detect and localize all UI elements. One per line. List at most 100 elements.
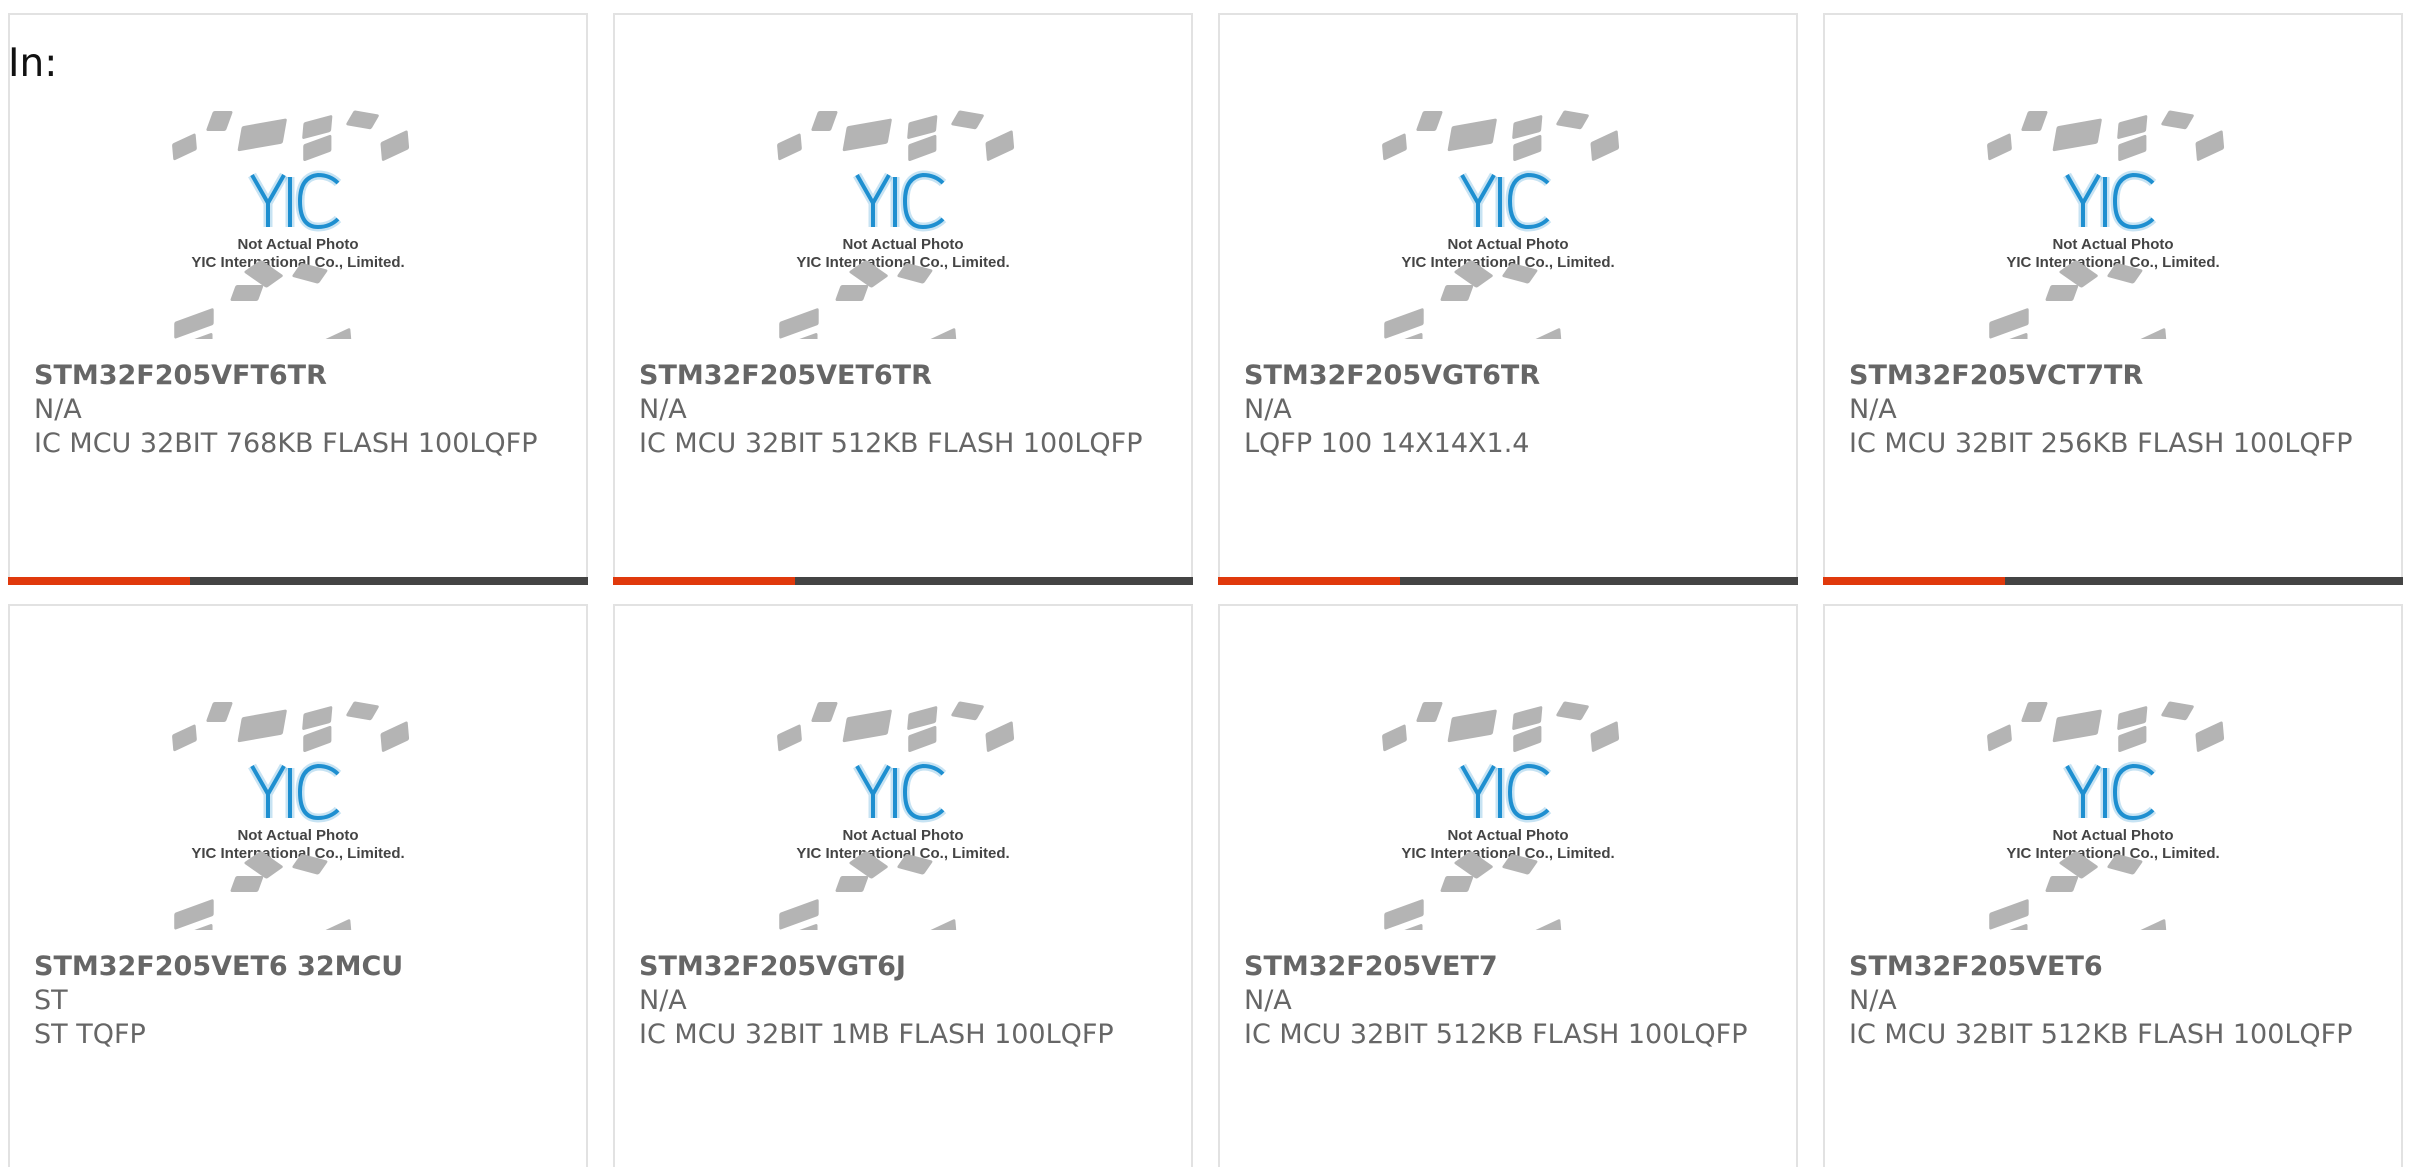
product-image[interactable]: Not Actual Photo YIC International Co., … xyxy=(769,694,1037,930)
product-card-3[interactable]: Not Actual Photo YIC International Co., … xyxy=(1218,13,1798,585)
chip-shape xyxy=(2134,919,2167,930)
chip-shape xyxy=(811,702,838,722)
product-info: STM32F205VET6 N/A IC MCU 32BIT 512KB FLA… xyxy=(1849,950,2379,1052)
chip-shape xyxy=(2195,130,2225,161)
brand-name: N/A xyxy=(639,985,687,1016)
product-image[interactable]: Not Actual Photo YIC International Co., … xyxy=(164,103,432,339)
part-number[interactable]: STM32F205VGT6TR xyxy=(1244,359,1774,393)
chip-shape xyxy=(842,118,892,152)
chip-shape xyxy=(380,130,410,161)
svg-text:Not Actual Photo: Not Actual Photo xyxy=(1447,827,1568,844)
chip-shape xyxy=(206,702,233,722)
chip-shape xyxy=(1382,724,1407,752)
product-card-4[interactable]: Not Actual Photo YIC International Co., … xyxy=(1823,13,2403,585)
product-description: LQFP 100 14X14X1.4 xyxy=(1244,428,1530,459)
chip-shape xyxy=(777,724,802,752)
in-label: In: xyxy=(8,41,58,86)
product-image[interactable]: Not Actual Photo YIC International Co., … xyxy=(1979,103,2247,339)
product-description: IC MCU 32BIT 768KB FLASH 100LQFP xyxy=(34,428,538,459)
product-description: IC MCU 32BIT 1MB FLASH 100LQFP xyxy=(639,1019,1114,1050)
chip-shape xyxy=(1590,721,1620,752)
product-image[interactable]: Not Actual Photo YIC International Co., … xyxy=(1374,694,1642,930)
chip-placeholder-icon: Not Actual Photo YIC International Co., … xyxy=(777,110,1015,339)
chip-placeholder-icon: Not Actual Photo YIC International Co., … xyxy=(1987,701,2225,930)
chip-shape xyxy=(2021,702,2048,722)
product-card-8[interactable]: Not Actual Photo YIC International Co., … xyxy=(1823,604,2403,1167)
chip-shape xyxy=(172,133,197,161)
brand-name: N/A xyxy=(639,394,687,425)
chip-shape xyxy=(1590,130,1620,161)
chip-shape xyxy=(319,328,352,339)
chip-shape xyxy=(237,709,287,743)
chip-shape xyxy=(985,721,1015,752)
chip-shape xyxy=(346,701,379,721)
chip-shape xyxy=(951,701,984,721)
product-image[interactable]: Not Actual Photo YIC International Co., … xyxy=(1979,694,2247,930)
svg-text:Not Actual Photo: Not Actual Photo xyxy=(237,827,358,844)
chip-shape xyxy=(380,721,410,752)
svg-text:Not Actual Photo: Not Actual Photo xyxy=(237,236,358,253)
product-listing-page: Not Actual Photo YIC International Co., … xyxy=(0,0,2410,1167)
product-description: IC MCU 32BIT 256KB FLASH 100LQFP xyxy=(1849,428,2353,459)
chip-shape xyxy=(924,328,957,339)
product-info: STM32F205VGT6TR N/A LQFP 100 14X14X1.4 xyxy=(1244,359,1774,461)
product-card-5[interactable]: Not Actual Photo YIC International Co., … xyxy=(8,604,588,1167)
card-bar-accent xyxy=(1823,577,2005,585)
product-card-1[interactable]: Not Actual Photo YIC International Co., … xyxy=(8,13,588,585)
chip-shape xyxy=(924,919,957,930)
part-number[interactable]: STM32F205VGT6J xyxy=(639,950,1169,984)
chip-shape xyxy=(303,725,332,753)
chip-shape xyxy=(1440,285,1474,301)
chip-shape xyxy=(2161,110,2194,130)
brand-name: N/A xyxy=(34,394,82,425)
part-number[interactable]: STM32F205VET6TR xyxy=(639,359,1169,393)
card-bottom-bar xyxy=(1218,577,1798,585)
chip-shape xyxy=(1447,709,1497,743)
chip-shape xyxy=(908,725,937,753)
part-number[interactable]: STM32F205VET7 xyxy=(1244,950,1774,984)
card-bar-accent xyxy=(8,577,190,585)
chip-placeholder-icon: Not Actual Photo YIC International Co., … xyxy=(1382,701,1620,930)
part-number[interactable]: STM32F205VET6 xyxy=(1849,950,2379,984)
product-description: IC MCU 32BIT 512KB FLASH 100LQFP xyxy=(1244,1019,1748,1050)
product-info: STM32F205VGT6J N/A IC MCU 32BIT 1MB FLAS… xyxy=(639,950,1169,1052)
product-image[interactable]: Not Actual Photo YIC International Co., … xyxy=(769,103,1037,339)
part-number[interactable]: STM32F205VFT6TR xyxy=(34,359,564,393)
product-card-2[interactable]: Not Actual Photo YIC International Co., … xyxy=(613,13,1193,585)
chip-placeholder-icon: Not Actual Photo YIC International Co., … xyxy=(172,110,410,339)
svg-text:Not Actual Photo: Not Actual Photo xyxy=(842,827,963,844)
product-card-6[interactable]: Not Actual Photo YIC International Co., … xyxy=(613,604,1193,1167)
product-grid: Not Actual Photo YIC International Co., … xyxy=(8,13,2403,1167)
card-bar-accent xyxy=(613,577,795,585)
chip-shape xyxy=(2161,701,2194,721)
chip-shape xyxy=(1382,133,1407,161)
chip-shape xyxy=(951,110,984,130)
product-info: STM32F205VET6TR N/A IC MCU 32BIT 512KB F… xyxy=(639,359,1169,461)
chip-shape xyxy=(985,130,1015,161)
svg-text:Not Actual Photo: Not Actual Photo xyxy=(2052,236,2173,253)
chip-shape xyxy=(1529,328,1562,339)
svg-text:Not Actual Photo: Not Actual Photo xyxy=(842,236,963,253)
product-info: STM32F205VCT7TR N/A IC MCU 32BIT 256KB F… xyxy=(1849,359,2379,461)
chip-shape xyxy=(1513,725,1542,753)
chip-shape xyxy=(237,118,287,152)
svg-text:Not Actual Photo: Not Actual Photo xyxy=(1447,236,1568,253)
chip-shape xyxy=(2045,876,2079,892)
product-info: STM32F205VET7 N/A IC MCU 32BIT 512KB FLA… xyxy=(1244,950,1774,1052)
part-number[interactable]: STM32F205VET6 32MCU xyxy=(34,950,564,984)
chip-shape xyxy=(1416,111,1443,131)
chip-shape xyxy=(1416,702,1443,722)
brand-name: N/A xyxy=(1849,394,1897,425)
product-info: STM32F205VFT6TR N/A IC MCU 32BIT 768KB F… xyxy=(34,359,564,461)
chip-shape xyxy=(2134,328,2167,339)
chip-shape xyxy=(319,919,352,930)
chip-shape xyxy=(2045,285,2079,301)
product-card-7[interactable]: Not Actual Photo YIC International Co., … xyxy=(1218,604,1798,1167)
part-number[interactable]: STM32F205VCT7TR xyxy=(1849,359,2379,393)
chip-shape xyxy=(230,876,264,892)
product-image[interactable]: Not Actual Photo YIC International Co., … xyxy=(1374,103,1642,339)
product-description: IC MCU 32BIT 512KB FLASH 100LQFP xyxy=(639,428,1143,459)
card-bottom-bar xyxy=(1823,577,2403,585)
product-image[interactable]: Not Actual Photo YIC International Co., … xyxy=(164,694,432,930)
brand-name: N/A xyxy=(1244,394,1292,425)
